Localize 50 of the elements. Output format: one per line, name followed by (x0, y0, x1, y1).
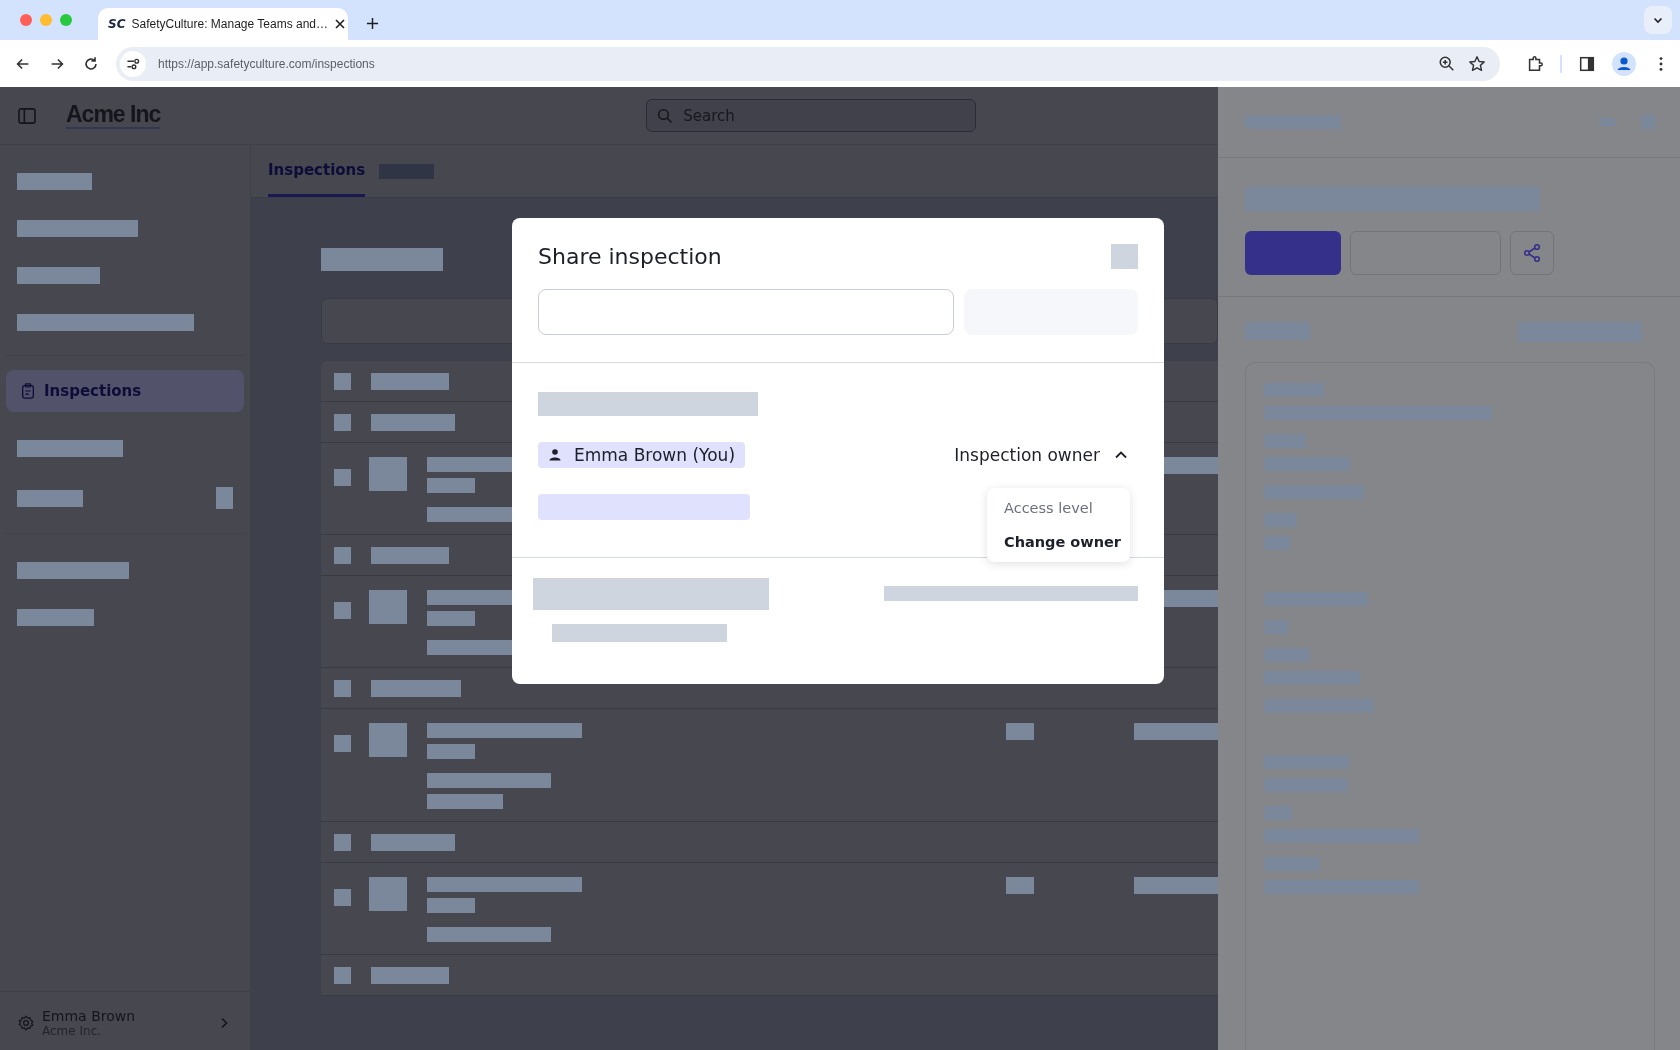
share-button[interactable] (1510, 231, 1554, 275)
redacted-bar (216, 487, 233, 509)
gear-icon (18, 1015, 34, 1031)
reload-icon[interactable] (82, 54, 100, 73)
redacted-bar (17, 489, 84, 507)
address-bar[interactable]: https://app.safetyculture.com/inspections (116, 46, 1500, 81)
url-text: https://app.safetyculture.com/inspections (158, 56, 375, 71)
sidebar-toggle-icon[interactable] (18, 107, 36, 124)
profile-avatar-icon[interactable] (1612, 51, 1636, 76)
access-level-dropdown[interactable]: Inspection owner (954, 445, 1138, 465)
person-icon (548, 448, 562, 462)
browser-tab[interactable]: SC SafetyCulture: Manage Teams and… (98, 8, 348, 40)
redacted-bar (334, 735, 351, 752)
redacted-bar (427, 611, 475, 626)
redacted-bar (334, 469, 351, 486)
redacted-bar (369, 877, 407, 911)
redacted-bar (334, 413, 351, 431)
redacted-bar (427, 744, 475, 759)
redacted-bar (427, 478, 475, 493)
new-tab-icon[interactable] (366, 17, 379, 30)
redacted-bar (334, 372, 351, 390)
redacted-bar (334, 966, 351, 984)
star-icon[interactable] (1468, 54, 1486, 73)
redacted-bar (334, 602, 351, 619)
site-settings-icon[interactable] (120, 50, 146, 77)
share-input-field[interactable] (538, 289, 954, 335)
redacted-bar (334, 833, 351, 851)
redacted-bar (334, 546, 351, 564)
menu-item[interactable]: Change owner (1004, 534, 1130, 550)
clipboard-icon (20, 383, 36, 399)
redacted-bar (1006, 723, 1034, 740)
redacted-bar (369, 723, 407, 757)
user-chip: Emma Brown (You) (538, 442, 745, 468)
tab-title: SafetyCulture: Manage Teams and… (131, 17, 328, 31)
redacted-bar (334, 679, 351, 697)
dialog-title: Share inspection (538, 244, 722, 269)
redacted-bar (334, 889, 351, 906)
redacted-bar (1006, 877, 1034, 894)
redacted-bar (369, 457, 407, 491)
puzzle-icon[interactable] (1526, 54, 1544, 73)
favicon-logo: SC (108, 17, 126, 31)
side-panel-icon[interactable] (1578, 54, 1596, 73)
zoom-icon[interactable] (1438, 54, 1456, 73)
tab-search-button[interactable] (1644, 6, 1672, 34)
share-icon (1522, 243, 1542, 263)
search-icon (657, 108, 674, 124)
close-icon[interactable] (334, 18, 346, 30)
menu-heading: Access level (1004, 500, 1094, 516)
redacted-bar (427, 898, 475, 913)
redacted-bar (369, 590, 407, 624)
